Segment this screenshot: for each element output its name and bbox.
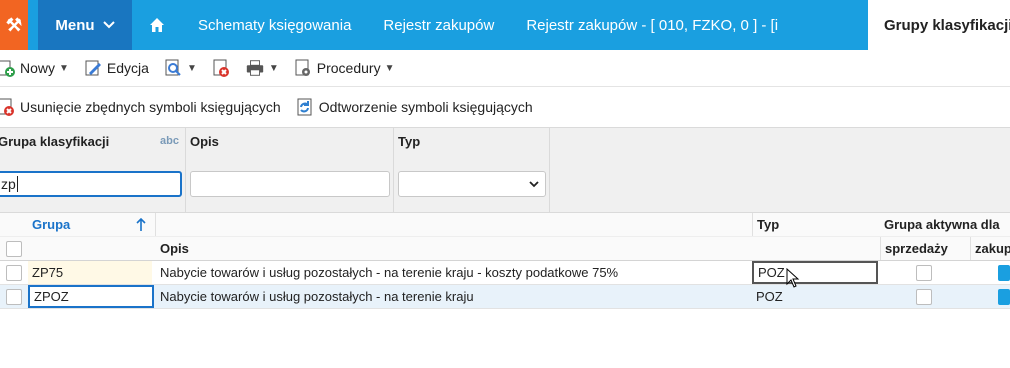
group-value: ZP75 [32,265,64,280]
chevron-down-icon [102,21,115,29]
column-header-sales-label: sprzedaży [885,241,948,256]
type-filter-select[interactable] [398,171,546,197]
group-value: ZPOZ [34,289,69,304]
grid-header-row-2: Opis sprzedaży zakupów [0,237,1010,261]
sales-checkbox[interactable] [916,288,932,305]
restore-symbols-button[interactable]: Odtworzenie symboli księgujących [295,97,533,117]
secondary-toolbar: Usunięcie zbędnych symboli księgujących … [0,88,1010,126]
column-header-type-label: Typ [757,217,780,232]
column-header-purchases-label: zakupów [975,241,1010,256]
new-button[interactable]: Nowy ▼ [0,58,69,78]
column-header-description-label: Opis [160,241,189,256]
column-header-sales[interactable]: sprzedaży [880,237,968,260]
remove-symbols-button[interactable]: Usunięcie zbędnych symboli księgujących [0,97,281,117]
filter-type-label: Typ [398,134,421,149]
home-button[interactable] [132,0,182,50]
group-filter-input[interactable]: zp [0,171,182,197]
type-cell[interactable]: POZ [752,285,878,308]
chevron-down-icon[interactable]: ▼ [187,63,197,74]
top-nav-bar: ⚒ Menu Schematy księgowania Rejestr zaku… [0,0,1010,50]
edit-button[interactable]: Edycja [83,58,149,78]
new-label: Nowy [20,60,56,76]
delete-icon [211,58,231,78]
restore-symbols-label: Odtworzenie symboli księgujących [318,99,533,115]
chevron-down-icon [529,180,539,187]
type-value: POZ [756,289,783,304]
select-all-cell [0,237,28,260]
tab-rejestr-zakupow-detail[interactable]: Rejestr zakupów - [ 010, FZKO, 0 ] - [i [510,0,794,50]
new-document-icon [0,58,16,78]
menu-button[interactable]: Menu [38,0,132,50]
data-grid: Grupa Typ Grupa aktywna dla Opis sprzeda… [0,213,1010,309]
mouse-pointer-icon [786,268,800,288]
tools-icon: ⚒ [5,14,23,35]
printer-icon [245,58,265,78]
text-filter-icon[interactable]: abc [160,135,179,147]
home-icon [150,18,164,32]
sort-ascending-icon[interactable] [135,217,147,232]
type-value: POZ [758,265,785,280]
description-value: Nabycie towarów i usług pozostałych - na… [160,289,474,304]
table-row[interactable]: ZPOZ Nabycie towarów i usług pozostałych… [0,285,1010,309]
remove-document-icon [0,97,16,117]
search-button[interactable]: ▼ [163,58,197,78]
chevron-down-icon[interactable]: ▼ [59,63,69,74]
group-cell[interactable]: ZPOZ [28,285,154,308]
filter-group: Grupa klasyfikacji abc zp [0,128,186,214]
main-toolbar: Nowy ▼ Edycja ▼ ▼ Procedury ▼ [0,50,1010,87]
filter-description-label: Opis [190,134,219,149]
row-select-cell [0,261,28,284]
grid-header-row-1: Grupa Typ Grupa aktywna dla [0,213,1010,237]
group-filter-value: zp [1,176,16,192]
column-header-description[interactable]: Opis [156,237,752,260]
edit-label: Edycja [106,60,149,76]
group-cell[interactable]: ZP75 [28,261,152,284]
row-select-cell [0,285,28,308]
print-button[interactable]: ▼ [245,58,279,78]
gear-document-icon [293,58,313,78]
row-checkbox[interactable] [6,288,22,305]
chevron-down-icon[interactable]: ▼ [269,63,279,74]
select-all-checkbox[interactable] [6,240,22,257]
procedures-label: Procedury [316,60,381,76]
remove-symbols-label: Usunięcie zbędnych symboli księgujących [20,99,281,115]
column-header-purchases[interactable]: zakupów [970,237,1010,260]
description-cell[interactable]: Nabycie towarów i usług pozostałych - na… [156,261,752,284]
tab-schematy[interactable]: Schematy księgowania [182,0,367,50]
column-header-active-for-label: Grupa aktywna dla [884,217,1000,232]
sales-checkbox[interactable] [916,264,932,281]
delete-button[interactable] [211,58,231,78]
column-header-active-for: Grupa aktywna dla [880,213,1010,236]
search-document-icon [163,58,183,78]
table-row[interactable]: ZP75 Nabycie towarów i usług pozostałych… [0,261,1010,285]
column-header-group[interactable]: Grupa [28,213,156,236]
description-cell[interactable]: Nabycie towarów i usług pozostałych - na… [156,285,752,308]
purchases-cell [970,261,1010,284]
tab-grupy-klasyfikacji[interactable]: Grupy klasyfikacji [868,0,1010,50]
refresh-document-icon [295,97,315,117]
tab-rejestr-zakupow[interactable]: Rejestr zakupów [367,0,510,50]
sales-cell [880,285,968,308]
description-filter-input[interactable] [190,171,390,197]
edit-icon [83,58,103,78]
purchases-checkbox[interactable] [998,288,1010,305]
description-value: Nabycie towarów i usług pozostałych - na… [160,265,619,280]
sales-cell [880,261,968,284]
filter-description: Opis [186,128,394,214]
filter-panel: Grupa klasyfikacji abc zp Opis Typ [0,127,1010,214]
column-header-type[interactable]: Typ [752,213,878,236]
filter-type: Typ [394,128,550,214]
column-header-group-label: Grupa [32,217,71,232]
filter-group-label: Grupa klasyfikacji [0,134,110,149]
type-cell[interactable]: POZ [752,261,878,284]
purchases-checkbox[interactable] [998,264,1010,281]
menu-label: Menu [55,16,95,34]
text-cursor [16,176,18,192]
chevron-down-icon[interactable]: ▼ [385,63,395,74]
app-logo[interactable]: ⚒ [0,0,28,50]
row-checkbox[interactable] [6,264,22,281]
purchases-cell [970,285,1010,308]
procedures-button[interactable]: Procedury ▼ [293,58,395,78]
